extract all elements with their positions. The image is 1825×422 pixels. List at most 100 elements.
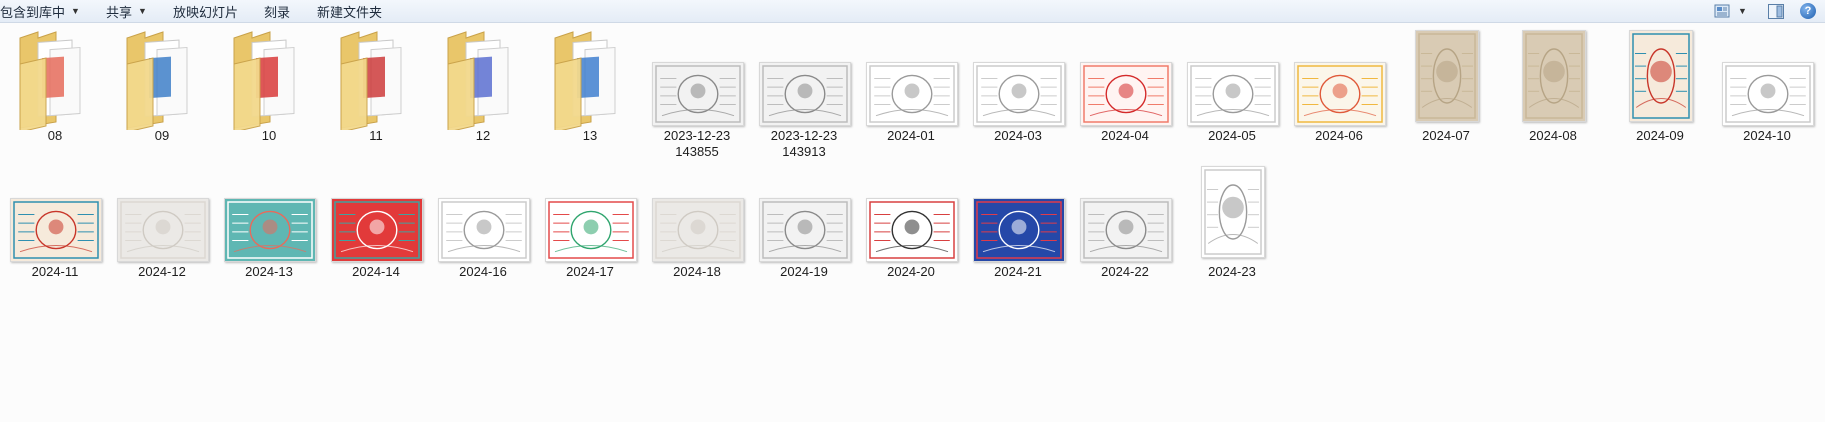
chevron-down-icon: ▼ bbox=[1738, 6, 1747, 16]
image-preview bbox=[760, 63, 850, 125]
image-item[interactable]: 2023-12-23 143913 bbox=[754, 30, 854, 160]
image-item[interactable]: 2024-08 bbox=[1503, 30, 1603, 160]
image-thumbnail bbox=[973, 198, 1065, 262]
burn-button[interactable]: 刻录 bbox=[264, 0, 290, 22]
image-preview bbox=[1523, 31, 1585, 121]
image-item[interactable]: 2024-10 bbox=[1717, 30, 1817, 160]
image-preview bbox=[867, 199, 957, 261]
image-thumbnail bbox=[759, 62, 851, 126]
image-thumbnail bbox=[1415, 30, 1479, 122]
image-item[interactable]: 2024-17 bbox=[540, 166, 640, 296]
folder-item[interactable]: 13 bbox=[540, 30, 640, 150]
image-preview bbox=[974, 63, 1064, 125]
image-item[interactable]: 2024-07 bbox=[1396, 30, 1496, 160]
image-label: 2024-08 bbox=[1529, 128, 1577, 143]
command-bar: 包含到库中 ▼ 共享 ▼ 放映幻灯片 刻录 新建文件夹 ▼ ? bbox=[0, 0, 1825, 23]
folder-label: 11 bbox=[369, 128, 383, 143]
image-item[interactable]: 2024-13 bbox=[219, 166, 319, 296]
image-label: 2024-17 bbox=[566, 264, 614, 279]
image-thumbnail bbox=[117, 198, 209, 262]
share-label: 共享 bbox=[106, 4, 133, 20]
image-thumbnail bbox=[438, 198, 530, 262]
image-item[interactable]: 2024-18 bbox=[647, 166, 747, 296]
folder-item[interactable]: 12 bbox=[433, 30, 533, 150]
folder-label: 08 bbox=[47, 128, 63, 143]
image-label: 2024-05 bbox=[1208, 128, 1256, 143]
image-preview bbox=[760, 199, 850, 261]
image-label: 2024-07 bbox=[1422, 128, 1470, 143]
new-folder-button[interactable]: 新建文件夹 bbox=[317, 0, 382, 22]
help-icon: ? bbox=[1800, 3, 1816, 19]
image-preview bbox=[653, 63, 743, 125]
chevron-down-icon: ▼ bbox=[138, 6, 147, 16]
image-thumbnail bbox=[10, 198, 102, 262]
image-thumbnail bbox=[652, 198, 744, 262]
image-item[interactable]: 2024-20 bbox=[861, 166, 961, 296]
image-item[interactable]: 2024-22 bbox=[1075, 166, 1175, 296]
image-preview bbox=[118, 199, 208, 261]
image-thumbnail bbox=[1187, 62, 1279, 126]
image-label: 2024-22 bbox=[1101, 264, 1149, 279]
image-preview bbox=[439, 199, 529, 261]
image-label: 2024-04 bbox=[1101, 128, 1149, 143]
new-folder-label: 新建文件夹 bbox=[317, 4, 383, 20]
share-menu[interactable]: 共享 ▼ bbox=[106, 0, 147, 22]
image-label: 2023-12-23 bbox=[770, 128, 838, 143]
folder-item[interactable]: 08 bbox=[5, 30, 105, 150]
image-thumbnail bbox=[866, 62, 958, 126]
image-thumbnail bbox=[1722, 62, 1814, 126]
image-preview bbox=[1202, 167, 1264, 257]
image-preview bbox=[653, 199, 743, 261]
image-thumbnail bbox=[759, 198, 851, 262]
folder-icon bbox=[447, 31, 509, 130]
image-item[interactable]: 2024-09 bbox=[1610, 30, 1710, 160]
include-library-label: 包含到库中 bbox=[0, 4, 66, 20]
image-thumbnail bbox=[331, 198, 423, 262]
include-library-menu[interactable]: 包含到库中 ▼ bbox=[0, 0, 80, 22]
image-thumbnail bbox=[1201, 166, 1265, 258]
image-label: 2024-11 bbox=[31, 264, 79, 279]
folder-icon bbox=[554, 31, 616, 130]
slideshow-button[interactable]: 放映幻灯片 bbox=[173, 0, 238, 22]
image-item[interactable]: 2024-01 bbox=[861, 30, 961, 160]
view-options-button[interactable]: ▼ bbox=[1714, 0, 1747, 22]
image-item[interactable]: 2024-04 bbox=[1075, 30, 1175, 160]
image-item[interactable]: 2024-12 bbox=[112, 166, 212, 296]
image-preview bbox=[1416, 31, 1478, 121]
help-button[interactable]: ? bbox=[1800, 0, 1816, 22]
image-label: 2024-21 bbox=[994, 264, 1042, 279]
folder-label: 13 bbox=[582, 128, 598, 143]
folder-icon bbox=[19, 31, 81, 130]
image-preview bbox=[1630, 31, 1692, 121]
image-item[interactable]: 2024-19 bbox=[754, 166, 854, 296]
image-preview bbox=[1723, 63, 1813, 125]
image-item[interactable]: 2024-03 bbox=[968, 30, 1068, 160]
slideshow-label: 放映幻灯片 bbox=[173, 4, 239, 20]
image-item[interactable]: 2024-06 bbox=[1289, 30, 1389, 160]
preview-pane-button[interactable] bbox=[1768, 0, 1784, 22]
image-preview bbox=[1081, 199, 1171, 261]
image-label: 2024-09 bbox=[1636, 128, 1684, 143]
image-thumbnail bbox=[224, 198, 316, 262]
chevron-down-icon: ▼ bbox=[71, 6, 80, 16]
folder-item[interactable]: 11 bbox=[326, 30, 426, 150]
image-label: 2024-12 bbox=[138, 264, 186, 279]
image-item[interactable]: 2024-23 bbox=[1182, 166, 1282, 296]
image-item[interactable]: 2024-05 bbox=[1182, 30, 1282, 160]
preview-pane-icon bbox=[1768, 3, 1784, 19]
folder-label: 09 bbox=[154, 128, 170, 143]
image-item[interactable]: 2023-12-23 143855 bbox=[647, 30, 747, 160]
image-item[interactable]: 2024-11 bbox=[5, 166, 105, 296]
image-label: 2024-01 bbox=[887, 128, 935, 143]
folder-item[interactable]: 10 bbox=[219, 30, 319, 150]
image-thumbnail bbox=[1629, 30, 1693, 122]
image-label-line2: 143913 bbox=[782, 144, 826, 159]
image-item[interactable]: 2024-21 bbox=[968, 166, 1068, 296]
image-label: 2024-06 bbox=[1315, 128, 1363, 143]
image-label: 2024-13 bbox=[245, 264, 293, 279]
image-preview bbox=[332, 199, 422, 261]
folder-item[interactable]: 09 bbox=[112, 30, 212, 150]
image-item[interactable]: 2024-14 bbox=[326, 166, 426, 296]
image-thumbnail bbox=[866, 198, 958, 262]
image-item[interactable]: 2024-16 bbox=[433, 166, 533, 296]
